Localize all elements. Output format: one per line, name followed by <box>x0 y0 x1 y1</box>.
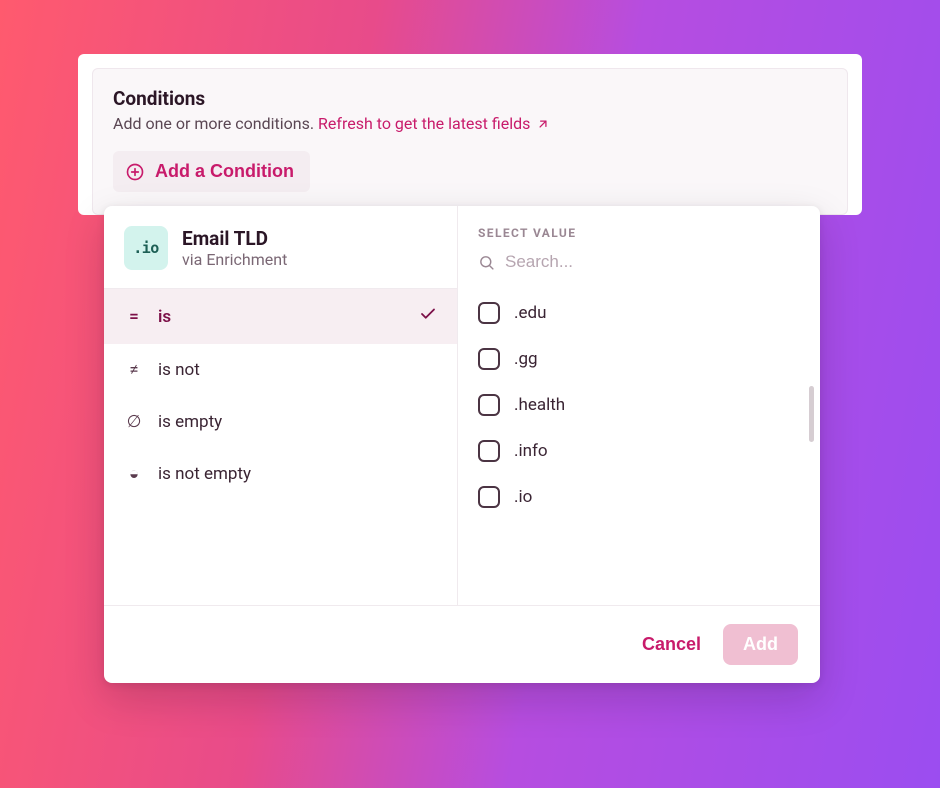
operator-label: is empty <box>158 412 222 432</box>
condition-popover: .io Email TLD via Enrichment = is <box>104 206 820 683</box>
search-icon <box>478 254 495 271</box>
operator-label: is <box>158 307 171 327</box>
cancel-button[interactable]: Cancel <box>642 634 701 655</box>
external-link-icon <box>536 117 550 131</box>
operator-label: is not <box>158 360 200 380</box>
checkbox-icon[interactable] <box>478 486 500 508</box>
value-search-input[interactable] <box>505 252 800 272</box>
check-icon <box>419 305 437 328</box>
operator-label: is not empty <box>158 464 251 484</box>
value-option[interactable]: .health <box>478 382 812 428</box>
checkbox-icon[interactable] <box>478 440 500 462</box>
scrollbar-thumb[interactable] <box>809 386 814 442</box>
not-equals-icon: ≠ <box>124 360 144 380</box>
value-option-label: .health <box>514 395 565 415</box>
refresh-link-text: Refresh to get the latest fields <box>318 114 530 133</box>
operator-is-not-empty[interactable]: ◒ is not empty <box>104 448 457 500</box>
panel-title: Conditions <box>113 87 827 110</box>
value-option-label: .gg <box>514 349 538 369</box>
value-option-label: .io <box>514 487 532 507</box>
value-option[interactable]: .gg <box>478 336 812 382</box>
operator-is-not[interactable]: ≠ is not <box>104 344 457 396</box>
operator-list: = is ≠ is not ∅ is empty <box>104 289 457 605</box>
field-type-badge: .io <box>124 226 168 270</box>
value-option[interactable]: .edu <box>478 290 812 336</box>
value-list[interactable]: .edu .gg .health .info <box>458 286 820 605</box>
value-search-row <box>458 246 820 286</box>
conditions-panel: Conditions Add one or more conditions. R… <box>92 68 848 215</box>
checkbox-icon[interactable] <box>478 302 500 324</box>
equals-icon: = <box>124 307 144 327</box>
field-name: Email TLD <box>182 227 287 250</box>
add-condition-label: Add a Condition <box>155 161 294 182</box>
popover-footer: Cancel Add <box>104 606 820 683</box>
value-option[interactable]: .io <box>478 474 812 520</box>
refresh-fields-link[interactable]: Refresh to get the latest fields <box>318 114 550 133</box>
value-option-label: .info <box>514 441 548 461</box>
half-circle-icon: ◒ <box>124 464 144 484</box>
conditions-card: Conditions Add one or more conditions. R… <box>78 54 862 215</box>
field-source: via Enrichment <box>182 250 287 269</box>
checkbox-icon[interactable] <box>478 394 500 416</box>
operator-is[interactable]: = is <box>104 289 457 344</box>
checkbox-icon[interactable] <box>478 348 500 370</box>
panel-subtitle-row: Add one or more conditions. Refresh to g… <box>113 114 827 133</box>
field-header: .io Email TLD via Enrichment <box>104 206 457 289</box>
operator-is-empty[interactable]: ∅ is empty <box>104 396 457 448</box>
plus-circle-icon <box>125 162 145 182</box>
panel-subtitle: Add one or more conditions. <box>113 114 318 133</box>
value-option-label: .edu <box>514 303 546 323</box>
empty-set-icon: ∅ <box>124 412 144 432</box>
add-condition-button[interactable]: Add a Condition <box>113 151 310 192</box>
add-button[interactable]: Add <box>723 624 798 665</box>
value-section-heading: Select Value <box>458 206 820 246</box>
field-badge-text: .io <box>133 239 159 257</box>
operator-column: .io Email TLD via Enrichment = is <box>104 206 458 605</box>
value-option[interactable]: .info <box>478 428 812 474</box>
value-column: Select Value .edu .gg <box>458 206 820 605</box>
